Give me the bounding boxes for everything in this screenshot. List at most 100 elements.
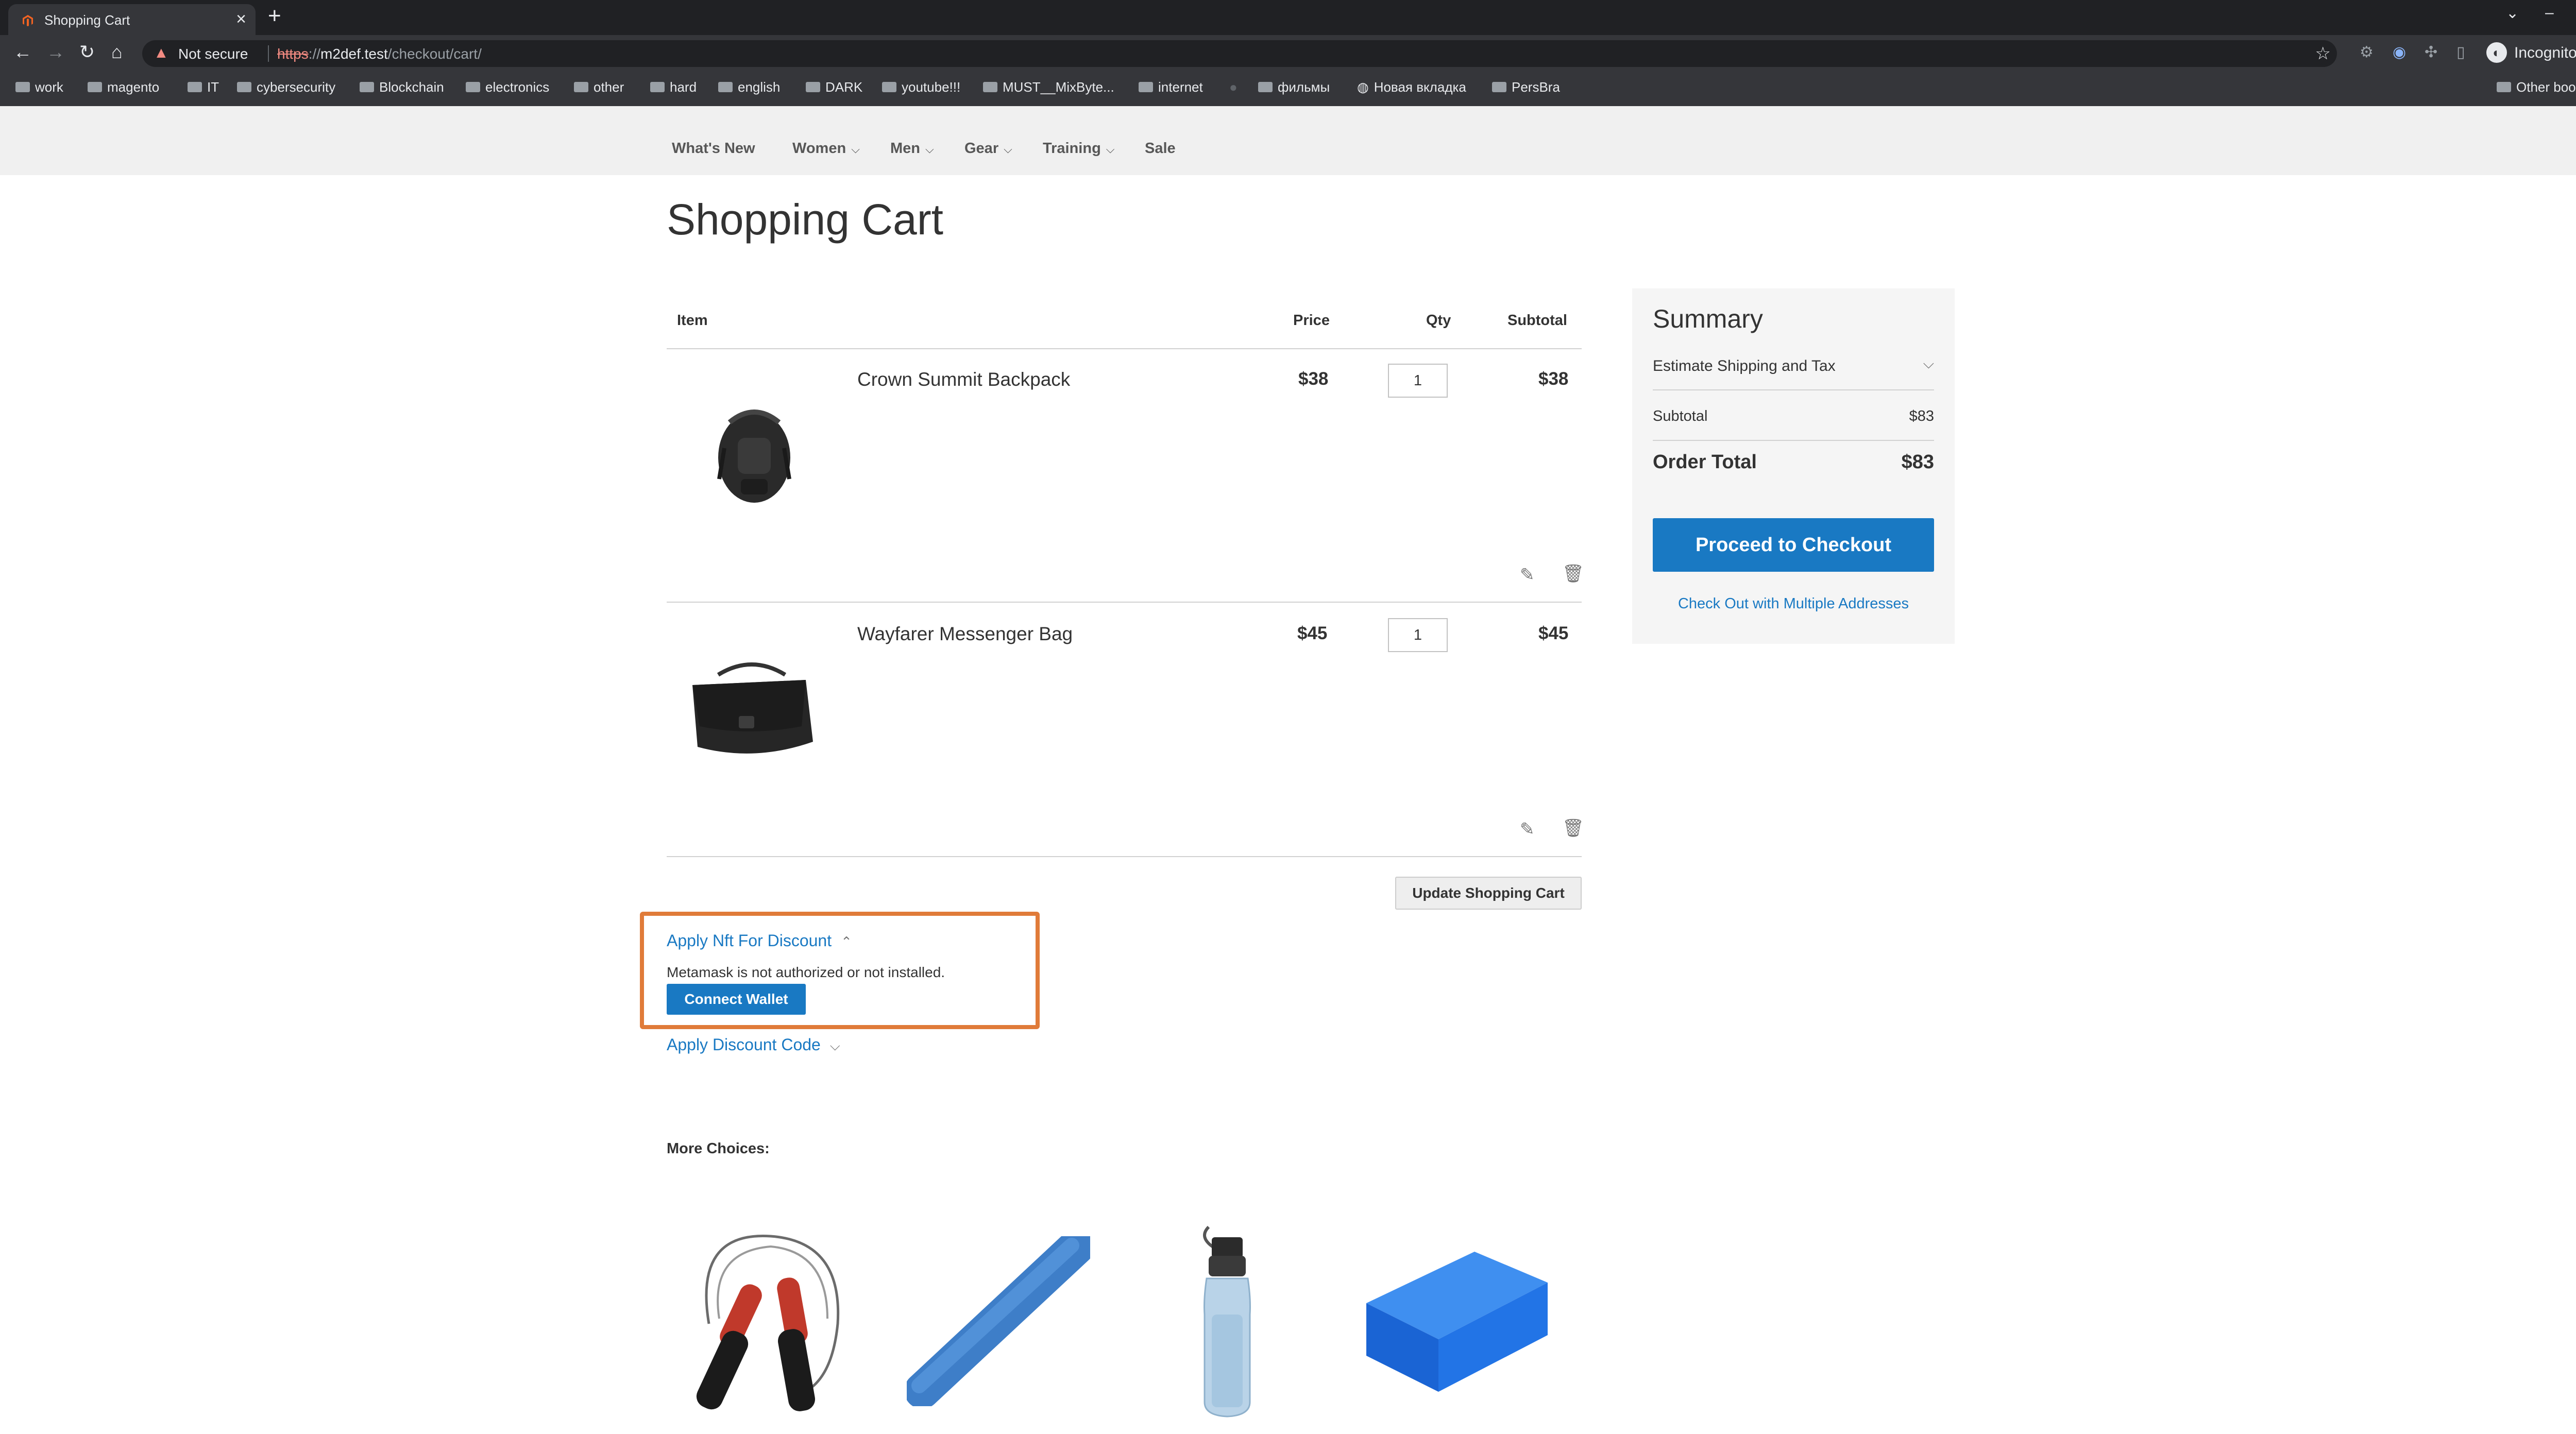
- other-bookmarks-label: Other bookmarks: [2516, 79, 2576, 95]
- other-bookmarks-folder[interactable]: Other bookmarks: [2497, 79, 2576, 98]
- foam-roller-image[interactable]: [907, 1236, 1090, 1406]
- bookmark-link[interactable]: ◍ Новая вкладка: [1357, 79, 1466, 98]
- folder-icon: [806, 82, 820, 93]
- nav-label: What's New: [672, 140, 755, 157]
- warning-icon: ▲: [154, 44, 169, 61]
- edit-pencil-icon[interactable]: ✎: [1520, 819, 1535, 840]
- bookmark-label: DARK: [825, 79, 863, 95]
- chevron-down-icon[interactable]: ⌵: [1923, 355, 1934, 372]
- nav-item-women[interactable]: Women ⌵: [792, 140, 860, 157]
- back-arrow-icon[interactable]: ←: [13, 41, 32, 63]
- bookmark-folder[interactable]: english: [718, 79, 780, 98]
- bookmark-folder[interactable]: PersBra: [1492, 79, 1560, 98]
- water-bottle-image[interactable]: [1193, 1222, 1261, 1420]
- browser-toolbar: ← → ↻ ⌂ ▲ Not secure https://m2def.test/…: [0, 35, 2576, 72]
- url-text[interactable]: https://m2def.test/checkout/cart/: [268, 46, 482, 62]
- chevron-up-icon: ⌃: [841, 934, 852, 949]
- nav-item-training[interactable]: Training ⌵: [1043, 140, 1114, 157]
- forward-arrow-icon[interactable]: →: [46, 41, 65, 63]
- bookmark-folder[interactable]: DARK: [806, 79, 862, 98]
- profile-label: Incognito: [2514, 44, 2576, 61]
- reload-icon[interactable]: ↻: [79, 41, 95, 63]
- item-price: $45: [1297, 623, 1328, 643]
- apply-nft-discount-toggle[interactable]: Apply Nft For Discount ⌃: [667, 931, 852, 950]
- page-title: Shopping Cart: [667, 195, 944, 244]
- divider: [667, 348, 1582, 349]
- edit-pencil-icon[interactable]: ✎: [1520, 565, 1535, 585]
- bookmark-star-icon[interactable]: ☆: [2315, 43, 2331, 64]
- metamask-status-message: Metamask is not authorized or not instal…: [667, 964, 945, 980]
- nav-item-sale[interactable]: Sale: [1145, 140, 1176, 157]
- not-secure-label[interactable]: Not secure: [178, 46, 248, 62]
- estimate-shipping-toggle[interactable]: Estimate Shipping and Tax: [1653, 357, 1836, 375]
- bookmark-folder[interactable]: MUST__MixByte...: [983, 79, 1114, 98]
- bookmark-label: electronics: [485, 79, 550, 95]
- qty-input[interactable]: 1: [1388, 618, 1448, 652]
- browser-tab-active[interactable]: Shopping Cart ×: [8, 4, 256, 35]
- header-subtotal: Subtotal: [1507, 312, 1567, 329]
- folder-icon: [574, 82, 588, 93]
- bookmark-folder[interactable]: IT: [188, 79, 219, 98]
- apply-discount-code-toggle[interactable]: Apply Discount Code ⌵: [667, 1035, 840, 1054]
- url-scheme-sep: ://: [308, 46, 321, 62]
- qty-input[interactable]: 1: [1388, 364, 1448, 398]
- bookmark-label: PersBra: [1512, 79, 1560, 95]
- yoga-block-image[interactable]: [1361, 1247, 1552, 1396]
- connect-wallet-button[interactable]: Connect Wallet: [667, 984, 806, 1015]
- delete-trash-icon[interactable]: 🗑: [1562, 564, 1584, 584]
- chevron-down-icon: ⌵: [829, 1038, 840, 1053]
- bookmark-folder[interactable]: hard: [650, 79, 697, 98]
- messenger-bag-image[interactable]: [687, 654, 816, 762]
- bookmark-folder[interactable]: cybersecurity: [237, 79, 335, 98]
- update-shopping-cart-button[interactable]: Update Shopping Cart: [1395, 877, 1582, 910]
- extension-gear-icon[interactable]: ⚙: [2360, 43, 2374, 61]
- chevron-down-icon: ⌵: [1106, 143, 1115, 156]
- bookmark-folder[interactable]: youtube!!!: [882, 79, 960, 98]
- bookmark-label: internet: [1158, 79, 1203, 95]
- url-host: m2def.test: [320, 46, 388, 62]
- backpack-image[interactable]: [714, 402, 794, 505]
- header-item: Item: [677, 312, 708, 329]
- minimize-window-icon[interactable]: –: [2545, 4, 2554, 22]
- bookmark-label: MUST__MixByte...: [1003, 79, 1114, 95]
- multiple-addresses-link[interactable]: Check Out with Multiple Addresses: [1632, 595, 1955, 612]
- bookmark-link[interactable]: ●: [1229, 79, 1243, 98]
- more-choices-heading: More Choices:: [667, 1140, 770, 1157]
- bookmark-folder[interactable]: work: [15, 79, 63, 98]
- nav-label: Sale: [1145, 140, 1176, 157]
- proceed-to-checkout-button[interactable]: Proceed to Checkout: [1653, 518, 1934, 572]
- bookmark-folder[interactable]: internet: [1139, 79, 1203, 98]
- divider: [1653, 389, 1934, 390]
- main-navigation: What's New Women ⌵ Men ⌵ Gear ⌵ Training ⌵ S…: [0, 106, 2576, 175]
- close-tab-icon[interactable]: ×: [236, 9, 246, 29]
- extension-shield-icon[interactable]: ◉: [2393, 43, 2406, 61]
- address-bar[interactable]: ▲ Not secure https://m2def.test/checkout…: [142, 40, 2337, 67]
- bookmark-label: magento: [107, 79, 160, 95]
- product-name-link[interactable]: Wayfarer Messenger Bag: [857, 623, 1073, 645]
- extensions-puzzle-icon[interactable]: ✣: [2425, 43, 2437, 61]
- chevron-down-icon: ⌵: [925, 143, 934, 156]
- folder-icon: [88, 82, 102, 93]
- folder-icon: [1258, 82, 1273, 93]
- item-subtotal: $45: [1538, 623, 1569, 643]
- nav-item-gear[interactable]: Gear ⌵: [964, 140, 1012, 157]
- browser-tab-strip: Shopping Cart × + ⌄ – ❐ ✕: [0, 0, 2576, 35]
- side-panel-icon[interactable]: ▯: [2456, 43, 2465, 61]
- bookmark-folder[interactable]: magento: [88, 79, 159, 98]
- bookmark-label: other: [594, 79, 624, 95]
- new-tab-button[interactable]: +: [268, 3, 281, 29]
- bookmark-folder[interactable]: electronics: [466, 79, 549, 98]
- nav-item-men[interactable]: Men ⌵: [890, 140, 934, 157]
- nav-item-whats-new[interactable]: What's New: [672, 140, 755, 157]
- divider: [667, 602, 1582, 603]
- bookmark-folder[interactable]: other: [574, 79, 624, 98]
- product-name-link[interactable]: Crown Summit Backpack: [857, 369, 1070, 390]
- bookmark-folder[interactable]: Blockchain: [360, 79, 444, 98]
- divider: [667, 856, 1582, 857]
- tab-search-chevron-icon[interactable]: ⌄: [2506, 4, 2519, 22]
- home-icon[interactable]: ⌂: [111, 41, 123, 63]
- bookmark-folder[interactable]: фильмы: [1258, 79, 1330, 98]
- nav-label: Training: [1043, 140, 1101, 157]
- delete-trash-icon[interactable]: 🗑: [1562, 818, 1584, 839]
- jump-rope-image[interactable]: [673, 1221, 867, 1416]
